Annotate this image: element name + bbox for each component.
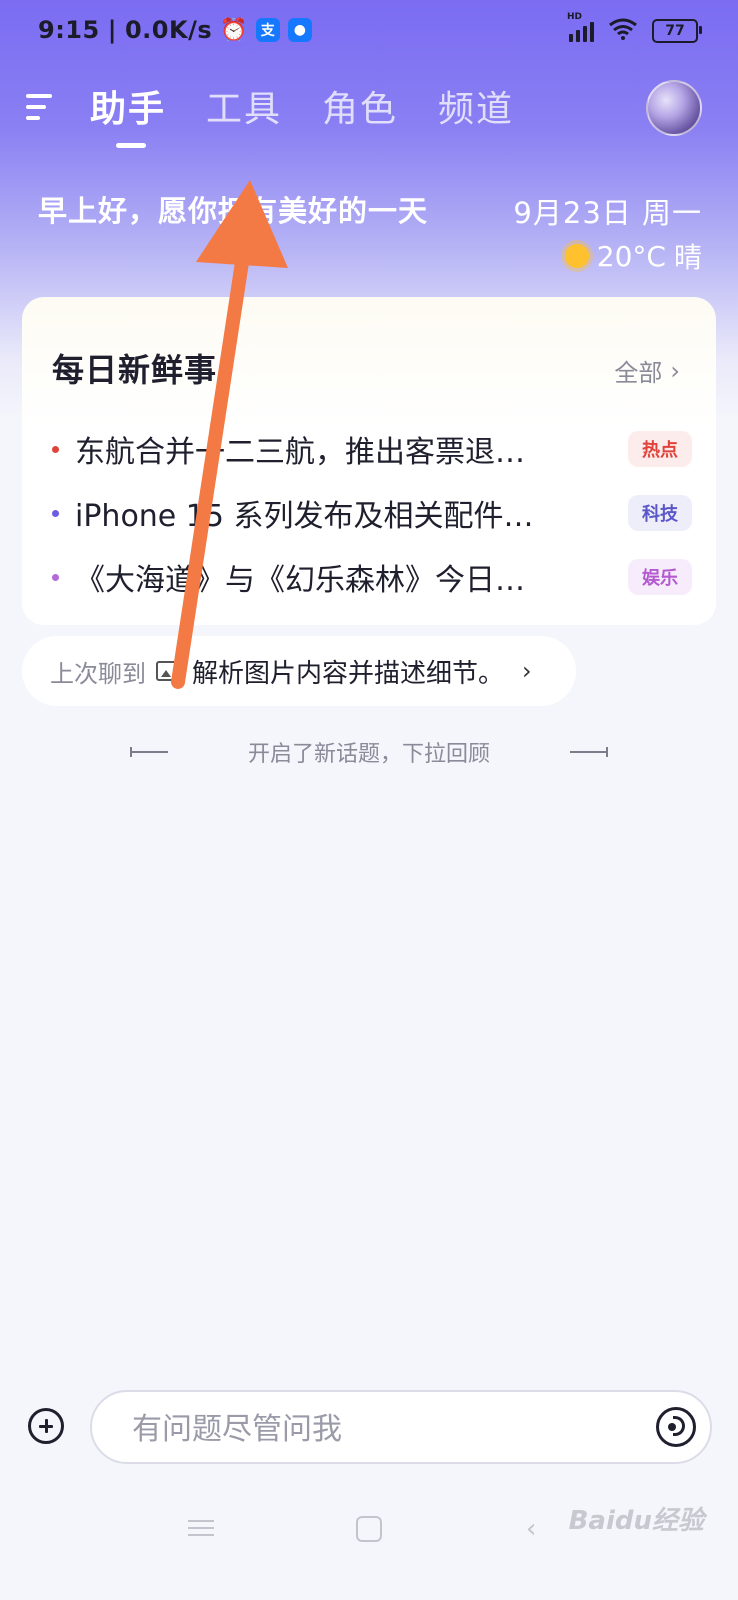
weather-condition: 晴 (673, 241, 702, 274)
greeting-text: 早上好，愿你拥有美好的一天 (38, 194, 429, 228)
bullet-dot (52, 445, 59, 453)
tab-assistant[interactable]: 助手 (90, 80, 166, 148)
temperature: 20°C (596, 239, 666, 273)
news-headline: 《大海道》与《幻乐森林》今日… (75, 563, 525, 598)
avatar[interactable] (646, 80, 702, 136)
status-bar: 9:15 | 0.0K/s ⏰ 支 ● HD 77 (0, 0, 738, 64)
last-chat-text: 解析图片内容并描述细节。 (192, 658, 505, 689)
tab-roles[interactable]: 角色 (322, 80, 398, 142)
see-all-label: 全部 (614, 359, 663, 387)
news-headline: iPhone 15 系列发布及相关配件… (75, 499, 534, 534)
chevron-right-icon: › (670, 356, 680, 385)
chat-input[interactable] (130, 1406, 614, 1452)
voice-icon[interactable] (656, 1407, 696, 1447)
status-separator: | (107, 16, 117, 44)
menu-icon[interactable] (26, 92, 56, 122)
divider-line (570, 747, 608, 757)
network-speed: 0.0K/s (124, 16, 213, 44)
tab-tools[interactable]: 工具 (206, 80, 282, 142)
alipay-icon: 支 (256, 18, 281, 42)
news-tag: 科技 (628, 495, 692, 531)
last-chat-label: 上次聊到 (50, 659, 146, 688)
back-icon[interactable]: ‹ (526, 1514, 536, 1544)
bullet-dot (52, 573, 59, 581)
divider-text: 开启了新话题，下拉回顾 (247, 742, 490, 767)
watermark-logo: Baidu经验 (568, 1506, 704, 1536)
recent-apps-icon[interactable] (188, 1518, 214, 1538)
weather: 20°C 晴 (564, 236, 702, 276)
daily-news-card: 每日新鲜事 全部 › 东航合并一二三航，推出客票退… 热点 iPhone 15 … (22, 297, 716, 625)
divider-line (129, 747, 168, 757)
home-icon[interactable] (356, 1516, 382, 1542)
wifi-icon (608, 18, 638, 44)
news-item[interactable]: iPhone 15 系列发布及相关配件… 科技 (52, 483, 692, 543)
alarm-icon: ⏰ (220, 17, 249, 43)
date-text: 9月23日 周一 (513, 196, 702, 230)
battery-icon: 77 (652, 19, 702, 43)
top-tabs: 助手 工具 角色 频道 (90, 80, 514, 148)
image-icon (156, 661, 180, 681)
add-button[interactable] (28, 1408, 64, 1444)
sun-icon (564, 244, 589, 268)
news-headline: 东航合并一二三航，推出客票退… (75, 435, 525, 470)
status-time: 9:15 (38, 16, 100, 44)
status-left: 9:15 | 0.0K/s ⏰ 支 ● (38, 16, 313, 44)
news-item[interactable]: 《大海道》与《幻乐森林》今日… 娱乐 (52, 547, 692, 607)
app-notification-icon: ● (288, 18, 313, 42)
see-all-link[interactable]: 全部 › (614, 353, 680, 388)
bullet-dot (52, 509, 59, 517)
news-item[interactable]: 东航合并一二三航，推出客票退… 热点 (52, 419, 692, 479)
news-tag: 娱乐 (628, 559, 692, 595)
hd-label: HD (567, 12, 583, 22)
tab-channels[interactable]: 频道 (438, 80, 514, 142)
status-right: HD 77 (567, 12, 702, 44)
card-title: 每日新鲜事 (52, 351, 218, 389)
last-chat-pill[interactable]: 上次聊到 解析图片内容并描述细节。 › (22, 636, 576, 706)
chat-input-box (90, 1390, 712, 1464)
news-tag: 热点 (628, 431, 692, 467)
signal-icon: HD (567, 12, 594, 42)
chevron-right-icon: › (522, 657, 532, 685)
new-topic-divider: 开启了新话题，下拉回顾 (0, 736, 738, 768)
